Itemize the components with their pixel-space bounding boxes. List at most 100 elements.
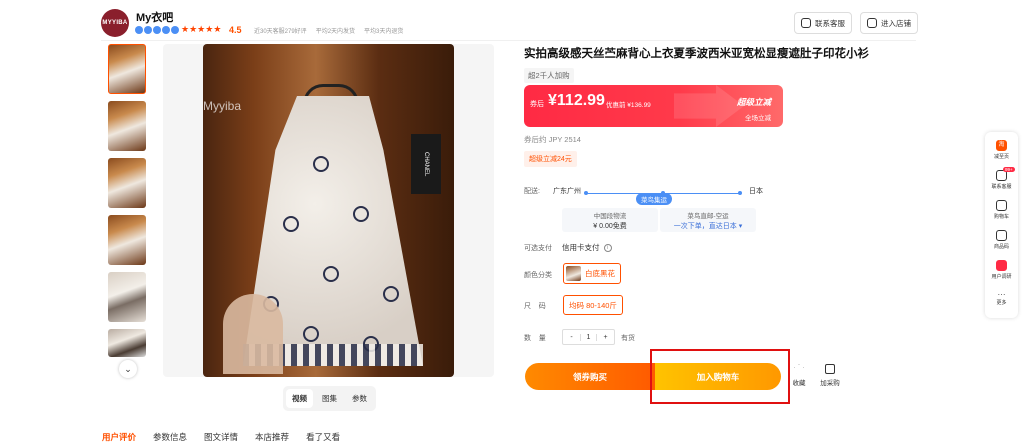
customer-service-label: 联系客服	[815, 18, 845, 28]
print-motif	[283, 216, 299, 232]
buy-now-button[interactable]: 领券购买	[525, 363, 655, 390]
quantity-plus-button[interactable]: +	[597, 334, 614, 341]
payment-label: 可选支付	[524, 245, 552, 252]
payment-value: 信用卡支付	[562, 243, 600, 252]
quantity-label: 数 量	[524, 335, 546, 342]
sidebar-item-more[interactable]: ··· 更多	[985, 290, 1018, 306]
tab-reviews[interactable]: 用户评价	[102, 431, 136, 443]
customer-service-button[interactable]: 联系客服	[794, 12, 852, 34]
shop-stat: 近30天客服279好评	[254, 29, 307, 35]
shop-name[interactable]: My衣吧	[136, 9, 173, 25]
sales-badge: 超2千人加购	[524, 68, 574, 83]
highlight-box	[650, 349, 790, 404]
size-option[interactable]: 均码 80-140斤	[563, 295, 623, 315]
notification-badge: 99+	[1003, 167, 1015, 172]
badge-icon	[135, 26, 143, 34]
shop-stat: 平均3天内退货	[364, 29, 404, 35]
thumbnail[interactable]	[108, 272, 146, 322]
badge-icon	[162, 26, 170, 34]
detail-tabs: 用户评价 参数信息 图文详情 本店推荐 看了又看	[102, 431, 340, 443]
sidebar-item-service[interactable]: 99+ 联系客服	[985, 167, 1018, 190]
tab-params[interactable]: 参数	[346, 389, 373, 408]
print-motif	[353, 206, 369, 222]
thumbnail[interactable]	[108, 101, 146, 151]
image-watermark: Myyiba	[203, 99, 242, 113]
payment-method: 信用卡支付 i	[562, 242, 612, 253]
tab-details[interactable]: 图文详情	[204, 431, 238, 443]
tab-shop-recommend[interactable]: 本店推荐	[255, 431, 289, 443]
header-divider	[101, 40, 916, 41]
quantity-minus-button[interactable]: -	[563, 334, 580, 341]
hand	[223, 294, 283, 374]
thumbnail[interactable]	[108, 215, 146, 265]
print-motif	[313, 156, 329, 172]
thumbnail[interactable]	[108, 158, 146, 208]
tab-video[interactable]: 视频	[286, 389, 313, 408]
route-dot	[738, 191, 742, 195]
star-icon	[794, 364, 804, 374]
shop-badges	[135, 26, 179, 34]
sidebar-item-taobao[interactable]: 淘 减至页	[985, 140, 1018, 160]
more-icon: ···	[997, 290, 1006, 299]
tab-gallery[interactable]: 图集	[316, 389, 343, 408]
info-icon[interactable]: i	[603, 243, 612, 252]
promo-subtitle: 全场立减	[745, 115, 771, 122]
shop-rating: 4.5	[229, 25, 242, 35]
chat-icon	[801, 18, 811, 28]
star-icon: ★	[205, 24, 214, 34]
main-product-image[interactable]: Myyiba CHANEL	[203, 44, 454, 377]
tab-also-viewed[interactable]: 看了又看	[306, 431, 340, 443]
tab-param-info[interactable]: 参数信息	[153, 431, 187, 443]
shop-logo[interactable]: MYYIBA	[101, 9, 129, 37]
price-banner: 券后 ¥112.99 优惠前 ¥136.99 超级立减 全场立减	[524, 85, 783, 127]
star-icon: ★	[197, 24, 206, 34]
coupon-tag[interactable]: 超级立减24元	[524, 151, 577, 167]
sidebar-item-cart[interactable]: 购物车	[985, 200, 1018, 220]
size-label: 尺 码	[524, 303, 546, 310]
sidebar-label: 用户调研	[991, 274, 1012, 280]
color-option[interactable]: 白底黑花	[563, 263, 621, 284]
add-purchase-button[interactable]: 加采购	[817, 364, 843, 387]
delivery-to: 日本	[749, 188, 763, 195]
star-icon: ★	[181, 24, 190, 34]
star-half-icon: ★	[213, 24, 222, 34]
intl-shipping-title: 菜鸟直邮-空运	[687, 213, 729, 220]
sidebar-label: 减至页	[993, 154, 1009, 160]
domestic-shipping-title: 中国段物流	[593, 213, 627, 220]
thumbnail[interactable]	[108, 44, 146, 94]
chevron-down-icon[interactable]: ⌄	[119, 360, 137, 378]
sidebar-item-qrcode[interactable]: 商品码	[985, 230, 1018, 250]
intl-shipping-value[interactable]: 一次下单，直达日本 ▾	[660, 221, 756, 231]
color-label: 颜色分类	[524, 272, 552, 279]
cart-icon	[996, 200, 1007, 211]
promo-title: 超级立减	[737, 97, 772, 107]
delivery-label: 配送:	[524, 188, 540, 195]
stock-status: 有货	[621, 335, 635, 342]
price-value: ¥112.99	[548, 92, 605, 109]
color-swatch	[566, 266, 581, 281]
shop-icon	[867, 18, 877, 28]
print-motif	[303, 326, 319, 342]
original-price: 优惠前 ¥136.99	[606, 102, 651, 109]
star-icon: ★	[189, 24, 198, 34]
print-motif	[383, 286, 399, 302]
enter-shop-label: 进入店铺	[881, 18, 911, 28]
enter-shop-button[interactable]: 进入店铺	[860, 12, 918, 34]
sidebar-item-survey[interactable]: 用户调研	[985, 260, 1018, 280]
favorite-button[interactable]: 收藏	[786, 364, 812, 387]
route-dot	[584, 191, 588, 195]
background-box: CHANEL	[411, 134, 441, 194]
shop-stat: 平均2天内发货	[315, 29, 356, 35]
right-sidebar: 淘 减至页 99+ 联系客服 购物车 商品码 用户调研 ··· 更多	[985, 132, 1018, 318]
color-option-label: 白底黑花	[585, 269, 615, 278]
arrow-decoration	[674, 85, 744, 127]
thumbnail[interactable]	[108, 329, 146, 357]
add-purchase-label: 加采购	[820, 380, 840, 387]
thumbnail-list	[108, 44, 148, 364]
price-label: 券后	[530, 101, 544, 108]
delivery-from: 广东广州	[553, 188, 581, 195]
quantity-input[interactable]: 1	[580, 333, 597, 341]
sidebar-label: 购物车	[993, 214, 1009, 220]
taobao-icon: 淘	[996, 140, 1007, 151]
international-shipping[interactable]: 菜鸟直邮-空运 一次下单，直达日本 ▾	[660, 208, 756, 232]
